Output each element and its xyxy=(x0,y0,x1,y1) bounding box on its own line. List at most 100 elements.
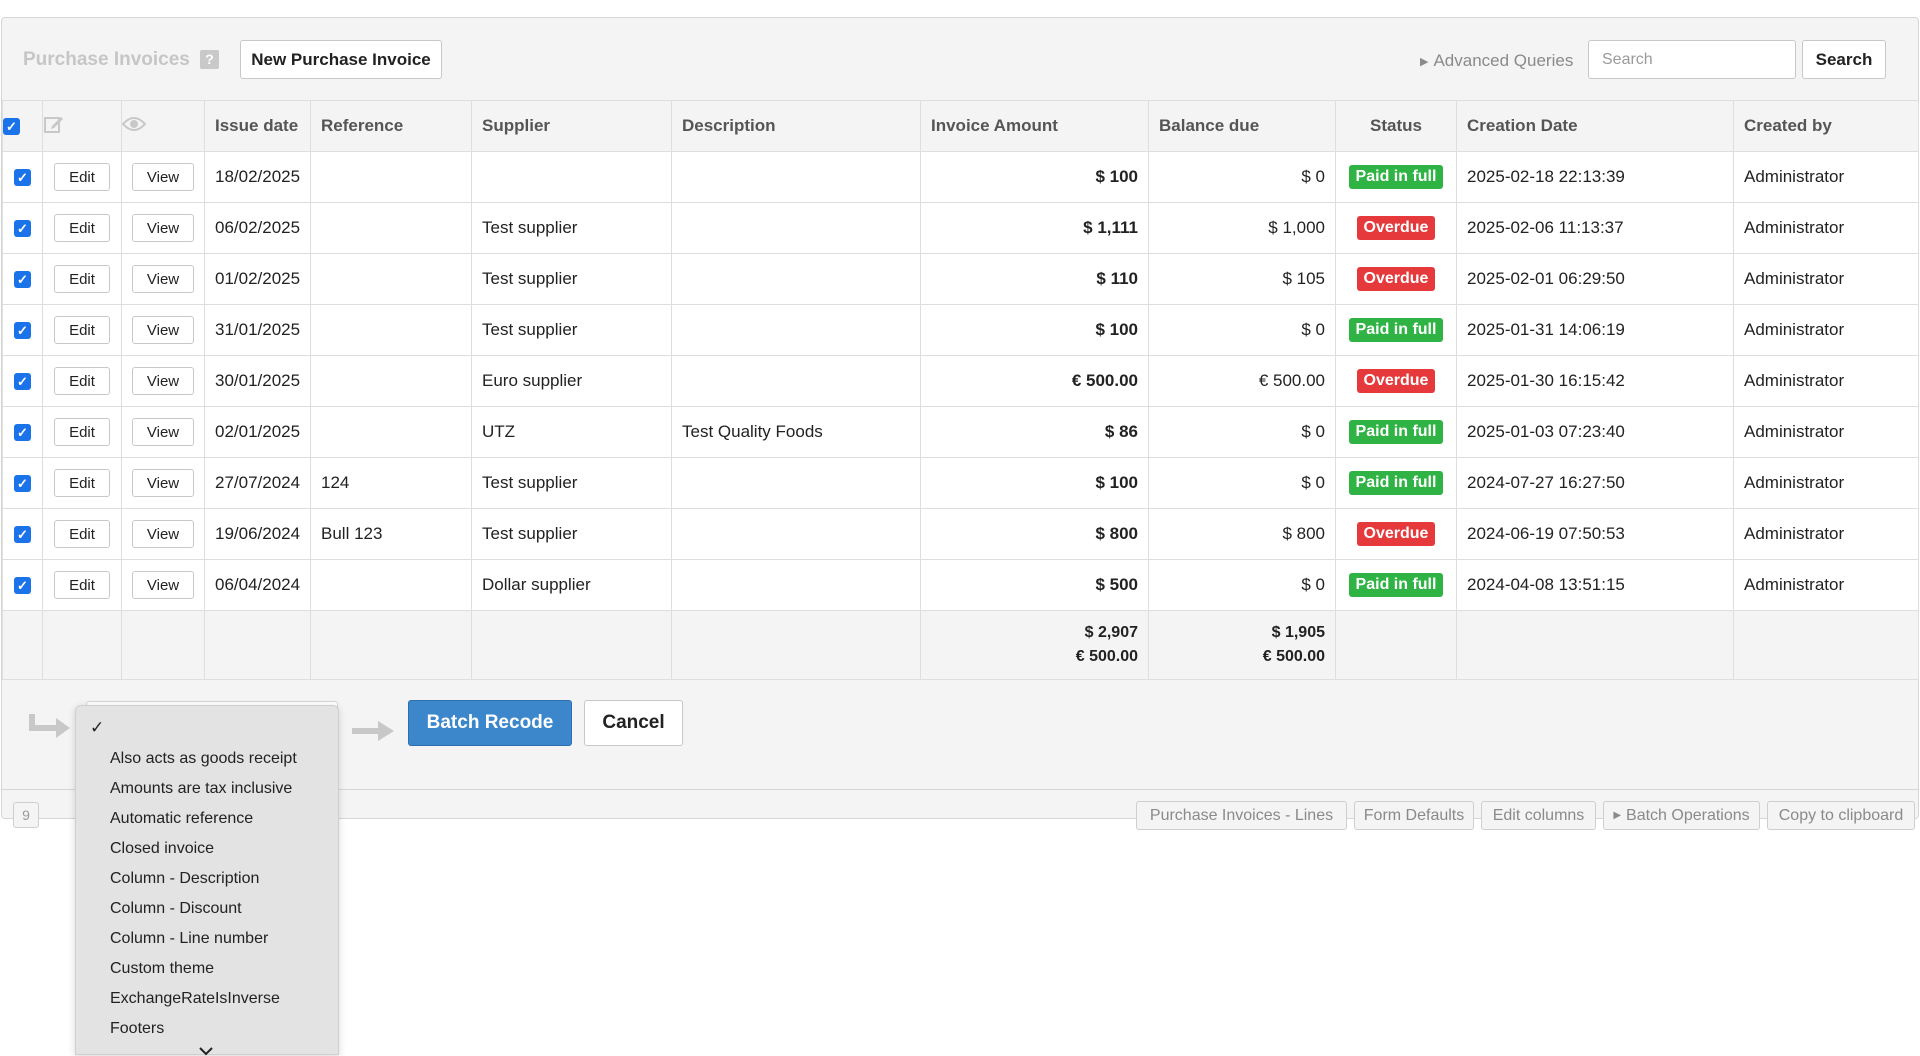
cell-balance-due[interactable]: € 500.00 xyxy=(1148,355,1336,407)
view-row-button[interactable]: View xyxy=(132,214,194,242)
view-row-button[interactable]: View xyxy=(132,418,194,446)
total-amount-usd: $ 2,907 xyxy=(1084,624,1138,641)
new-purchase-invoice-button[interactable]: New Purchase Invoice xyxy=(240,40,442,79)
column-status[interactable]: Status xyxy=(1335,100,1457,152)
dropdown-option[interactable]: Column - Description xyxy=(110,864,297,894)
cell-balance-due[interactable]: $ 0 xyxy=(1148,406,1336,458)
status-badge: Overdue xyxy=(1356,522,1436,546)
cell-supplier: Dollar supplier xyxy=(471,559,672,611)
edit-row-button[interactable]: Edit xyxy=(54,316,110,344)
checkbox-checked-icon[interactable]: ✓ xyxy=(14,322,31,340)
chevron-down-icon[interactable] xyxy=(198,1046,214,1056)
cell-status: Overdue xyxy=(1335,355,1457,407)
checkbox-checked-icon[interactable]: ✓ xyxy=(14,475,31,493)
recode-field-dropdown[interactable]: ✓ Also acts as goods receipt Amounts are … xyxy=(75,705,339,1056)
view-row-button[interactable]: View xyxy=(132,520,194,548)
edit-row-button[interactable]: Edit xyxy=(54,469,110,497)
dropdown-option[interactable]: Closed invoice xyxy=(110,834,297,864)
row-select-cell[interactable]: ✓ xyxy=(2,508,43,560)
total-balance-usd: $ 1,905 xyxy=(1271,624,1325,641)
search-button[interactable]: Search xyxy=(1802,40,1886,79)
view-row-button[interactable]: View xyxy=(132,163,194,191)
column-balance-due[interactable]: Balance due xyxy=(1148,100,1336,152)
cell-balance-due[interactable]: $ 0 xyxy=(1148,457,1336,509)
cell-issue-date: 30/01/2025 xyxy=(204,355,311,407)
column-reference[interactable]: Reference xyxy=(310,100,472,152)
copy-to-clipboard-button[interactable]: Copy to clipboard xyxy=(1767,801,1915,830)
view-row-button[interactable]: View xyxy=(132,367,194,395)
batch-recode-button[interactable]: Batch Recode xyxy=(408,700,572,746)
row-select-cell[interactable]: ✓ xyxy=(2,151,43,203)
row-select-cell[interactable]: ✓ xyxy=(2,559,43,611)
dropdown-option[interactable]: Custom theme xyxy=(110,954,297,984)
status-badge: Paid in full xyxy=(1348,420,1444,444)
checkbox-checked-icon[interactable]: ✓ xyxy=(14,373,31,391)
cell-description xyxy=(671,202,921,254)
checkbox-checked-icon[interactable]: ✓ xyxy=(14,271,31,289)
cell-reference xyxy=(310,202,472,254)
column-created-by[interactable]: Created by xyxy=(1733,100,1919,152)
cell-status: Paid in full xyxy=(1335,406,1457,458)
dropdown-option[interactable]: Amounts are tax inclusive xyxy=(110,774,297,804)
edit-row-button[interactable]: Edit xyxy=(54,265,110,293)
form-defaults-button[interactable]: Form Defaults xyxy=(1354,801,1474,830)
cell-creation-date: 2025-01-31 14:06:19 xyxy=(1456,304,1734,356)
column-issue-date[interactable]: Issue date xyxy=(204,100,311,152)
cell-issue-date: 18/02/2025 xyxy=(204,151,311,203)
cell-balance-due[interactable]: $ 0 xyxy=(1148,151,1336,203)
dropdown-option[interactable]: Also acts as goods receipt xyxy=(110,744,297,774)
edit-columns-button[interactable]: Edit columns xyxy=(1481,801,1596,830)
cell-status: Overdue xyxy=(1335,508,1457,560)
row-select-cell[interactable]: ✓ xyxy=(2,355,43,407)
view-cell: View xyxy=(121,151,205,203)
edit-row-button[interactable]: Edit xyxy=(54,163,110,191)
row-select-cell[interactable]: ✓ xyxy=(2,406,43,458)
batch-operations-button[interactable]: ▶ Batch Operations xyxy=(1603,801,1760,830)
dropdown-option[interactable]: Column - Discount xyxy=(110,894,297,924)
edit-row-button[interactable]: Edit xyxy=(54,520,110,548)
row-select-cell[interactable]: ✓ xyxy=(2,457,43,509)
cell-created-by: Administrator xyxy=(1733,202,1919,254)
checkbox-checked-icon[interactable]: ✓ xyxy=(14,577,31,595)
row-select-cell[interactable]: ✓ xyxy=(2,304,43,356)
dropdown-option[interactable]: Column - Line number xyxy=(110,924,297,954)
dropdown-option[interactable]: ExchangeRateIsInverse xyxy=(110,984,297,1014)
search-input[interactable] xyxy=(1588,40,1796,79)
select-all-header[interactable]: ✓ xyxy=(2,100,43,152)
edit-row-button[interactable]: Edit xyxy=(54,418,110,446)
view-row-button[interactable]: View xyxy=(132,265,194,293)
row-select-cell[interactable]: ✓ xyxy=(2,253,43,305)
checkbox-checked-icon[interactable]: ✓ xyxy=(14,169,31,187)
help-icon[interactable]: ? xyxy=(200,50,219,69)
checkbox-checked-icon[interactable]: ✓ xyxy=(14,526,31,544)
cancel-button[interactable]: Cancel xyxy=(584,700,683,746)
edit-row-button[interactable]: Edit xyxy=(54,571,110,599)
edit-row-button[interactable]: Edit xyxy=(54,214,110,242)
cell-balance-due[interactable]: $ 1,000 xyxy=(1148,202,1336,254)
checkbox-checked-icon[interactable]: ✓ xyxy=(14,424,31,442)
checkbox-checked-icon[interactable]: ✓ xyxy=(3,118,20,136)
view-row-button[interactable]: View xyxy=(132,469,194,497)
edit-row-button[interactable]: Edit xyxy=(54,367,110,395)
row-select-cell[interactable]: ✓ xyxy=(2,202,43,254)
cell-status: Overdue xyxy=(1335,253,1457,305)
cell-creation-date: 2025-01-30 16:15:42 xyxy=(1456,355,1734,407)
cell-supplier: UTZ xyxy=(471,406,672,458)
view-row-button[interactable]: View xyxy=(132,316,194,344)
column-creation-date[interactable]: Creation Date xyxy=(1456,100,1734,152)
cell-balance-due[interactable]: $ 800 xyxy=(1148,508,1336,560)
cell-balance-due[interactable]: $ 105 xyxy=(1148,253,1336,305)
cell-balance-due[interactable]: $ 0 xyxy=(1148,559,1336,611)
purchase-invoices-lines-button[interactable]: Purchase Invoices - Lines xyxy=(1136,801,1347,830)
checkbox-checked-icon[interactable]: ✓ xyxy=(14,220,31,238)
column-description[interactable]: Description xyxy=(671,100,921,152)
advanced-queries-toggle[interactable]: ▶ Advanced Queries xyxy=(1420,51,1573,71)
column-supplier[interactable]: Supplier xyxy=(471,100,672,152)
cell-balance-due[interactable]: $ 0 xyxy=(1148,304,1336,356)
triangle-right-icon: ▶ xyxy=(1420,55,1429,68)
cell-description: Test Quality Foods xyxy=(671,406,921,458)
dropdown-option[interactable]: Footers xyxy=(110,1014,297,1044)
view-row-button[interactable]: View xyxy=(132,571,194,599)
dropdown-option[interactable]: Automatic reference xyxy=(110,804,297,834)
column-invoice-amount[interactable]: Invoice Amount xyxy=(920,100,1149,152)
